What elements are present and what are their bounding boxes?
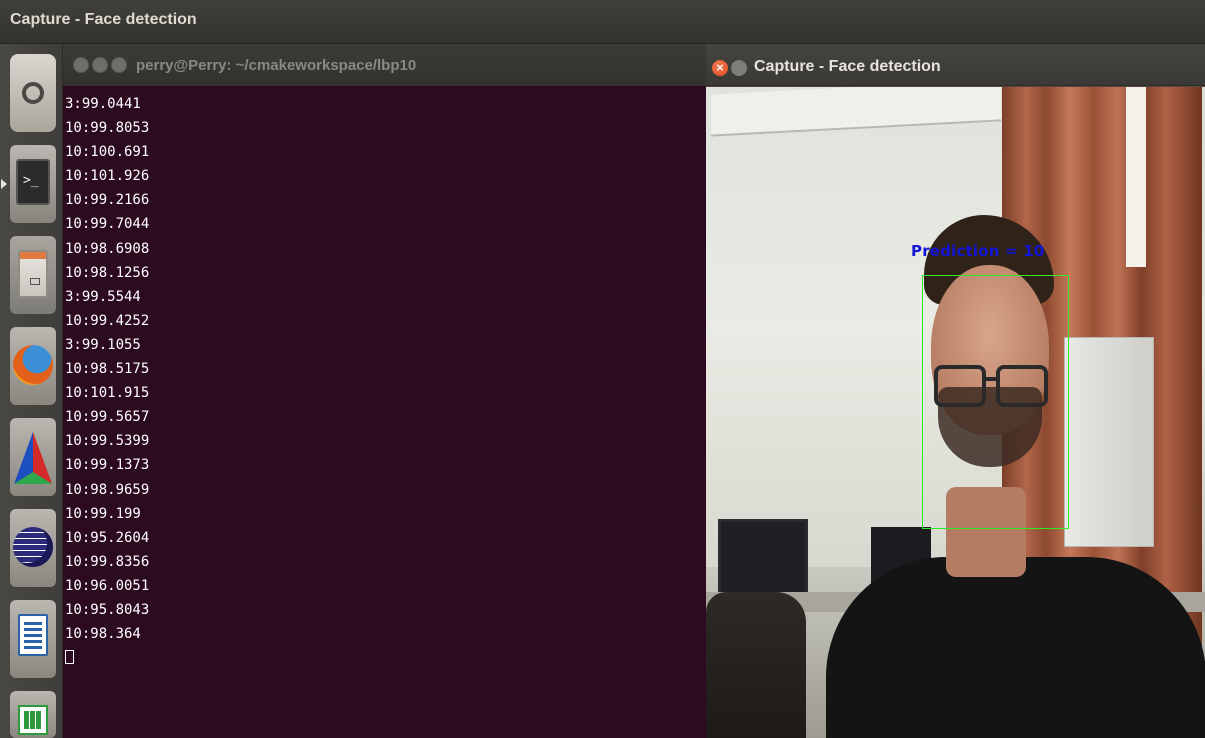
terminal-line: 10:98.6908 [65, 240, 150, 257]
capture-titlebar[interactable]: × Capture - Face detection [706, 44, 1205, 86]
air-conditioner [1064, 337, 1154, 547]
ubuntu-logo-icon [22, 82, 44, 104]
close-icon[interactable]: × [712, 60, 728, 76]
terminal-line: 10:98.5175 [65, 361, 150, 378]
terminal-line: 10:98.1256 [65, 264, 150, 281]
terminal-cursor [65, 650, 74, 665]
terminal-line: 10:101.926 [65, 168, 150, 185]
calc-spreadsheet-icon [18, 705, 48, 735]
launcher-writer[interactable] [10, 600, 56, 678]
terminal-line: 3:99.1055 [65, 336, 141, 353]
top-panel: Capture - Face detection [0, 0, 1205, 44]
minimize-icon[interactable] [731, 60, 747, 76]
launcher-terminal[interactable]: >_ [1, 145, 56, 223]
launcher-firefox[interactable] [10, 327, 56, 405]
capture-window[interactable]: × Capture - Face detection Prediction = … [706, 44, 1205, 738]
eclipse-icon [13, 527, 53, 567]
terminal-line: 10:95.8043 [65, 601, 150, 618]
window-light [1126, 87, 1146, 267]
terminal-line: 10:99.199 [65, 505, 141, 522]
terminal-line: 10:99.5399 [65, 433, 150, 450]
terminal-line: 10:98.9659 [65, 481, 150, 498]
terminal-icon: >_ [16, 159, 50, 205]
terminal-line: 10:99.8356 [65, 553, 150, 570]
terminal-prompt-line[interactable] [65, 646, 706, 670]
active-window-title: Capture - Face detection [10, 11, 197, 28]
terminal-window[interactable]: perry@Perry: ~/cmakeworkspace/lbp10 3:99… [63, 44, 706, 738]
launcher-cmake[interactable] [10, 418, 56, 496]
terminal-line: 10:96.0051 [65, 577, 150, 594]
terminal-line: 10:101.915 [65, 385, 150, 402]
terminal-line: 3:99.5544 [65, 288, 141, 305]
firefox-icon [13, 345, 53, 385]
dash-button[interactable] [10, 54, 56, 132]
terminal-line: 10:99.4252 [65, 312, 150, 329]
terminal-line: 10:99.8053 [65, 120, 150, 137]
cmake-triangle-icon [14, 432, 52, 484]
launcher-calc[interactable] [10, 691, 56, 738]
chair [706, 592, 806, 738]
person-shirt [826, 557, 1205, 738]
launcher-files[interactable] [10, 236, 56, 314]
minimize-icon[interactable] [92, 57, 108, 73]
background-monitor [718, 519, 808, 597]
terminal-line: 3:99.0441 [65, 96, 141, 112]
file-cabinet-icon [18, 250, 48, 298]
prediction-label: Prediction = 10 [911, 242, 1045, 260]
terminal-line: 10:99.2166 [65, 192, 150, 209]
terminal-line: 10:98.364 [65, 626, 141, 643]
writer-document-icon [18, 614, 48, 656]
terminal-line: 10:99.1373 [65, 457, 150, 474]
terminal-line: 10:99.5657 [65, 409, 150, 426]
maximize-icon[interactable] [111, 57, 127, 73]
terminal-line: 10:99.7044 [65, 216, 150, 233]
face-detection-box [922, 275, 1069, 529]
capture-title: Capture - Face detection [754, 58, 941, 75]
camera-frame: Prediction = 10 [706, 87, 1205, 738]
close-icon[interactable] [73, 57, 89, 73]
terminal-line: 10:95.2604 [65, 529, 150, 546]
unity-launcher: >_ [0, 44, 63, 738]
launcher-eclipse[interactable] [10, 509, 56, 587]
terminal-title: perry@Perry: ~/cmakeworkspace/lbp10 [136, 57, 417, 74]
terminal-output[interactable]: 3:99.0441 10:99.8053 10:100.691 10:101.926 1… [63, 86, 706, 738]
terminal-titlebar[interactable]: perry@Perry: ~/cmakeworkspace/lbp10 [63, 44, 706, 86]
terminal-line: 10:100.691 [65, 144, 150, 161]
